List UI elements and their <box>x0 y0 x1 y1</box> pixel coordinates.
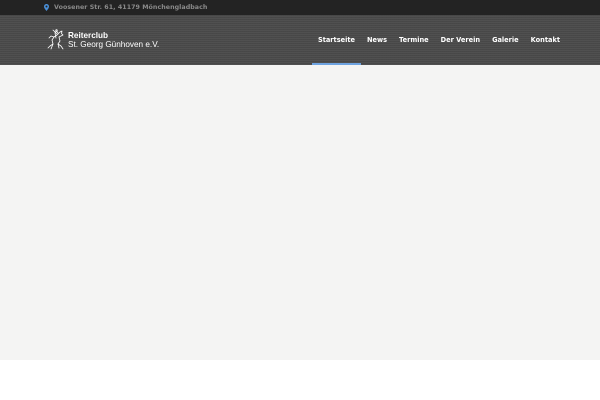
logo-subtitle: St. Georg Günhoven e.V. <box>68 40 160 49</box>
logo-title: Reiterclub <box>68 31 109 40</box>
nav-item-galerie[interactable]: Galerie <box>486 15 525 65</box>
address-text: Voosener Str. 61, 41179 Mönchengladbach <box>54 4 208 11</box>
top-info-bar: Voosener Str. 61, 41179 Mönchengladbach <box>0 0 600 15</box>
nav-item-startseite[interactable]: Startseite <box>311 15 362 65</box>
map-pin-icon <box>44 4 49 11</box>
nav-item-der-verein[interactable]: Der Verein <box>435 15 486 65</box>
site-header: Reiterclub St. Georg Günhoven e.V. Start… <box>0 15 600 65</box>
nav-item-termine[interactable]: Termine <box>393 15 435 65</box>
hero-area <box>0 65 600 360</box>
horse-rider-icon <box>47 29 64 50</box>
nav-item-kontakt[interactable]: Kontakt <box>525 15 566 65</box>
main-navigation: Startseite News Termine Der Verein Galer… <box>311 15 566 65</box>
site-logo[interactable]: Reiterclub St. Georg Günhoven e.V. <box>47 29 159 51</box>
nav-item-news[interactable]: News <box>361 15 393 65</box>
